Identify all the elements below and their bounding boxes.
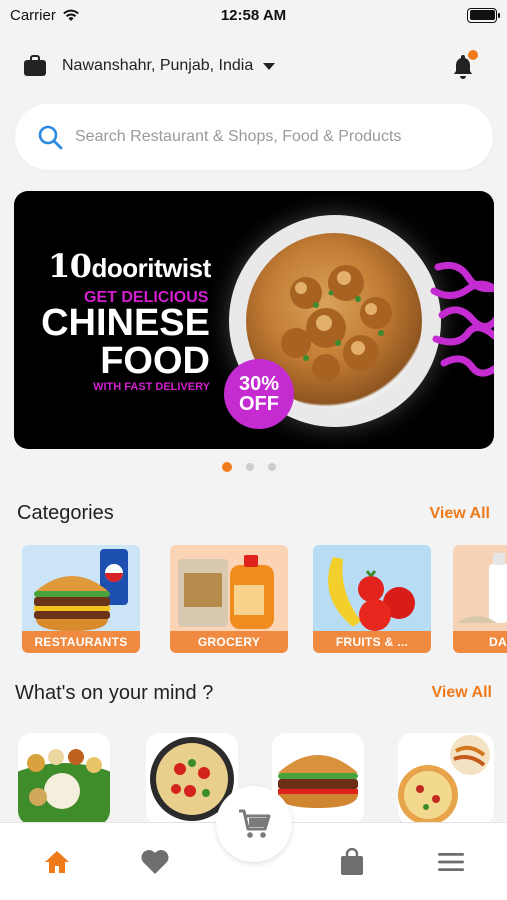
categories-title: Categories [17,502,114,524]
heart-icon [141,850,169,874]
mind-item-pizza[interactable] [398,733,494,825]
battery-icon [467,7,500,23]
badge-line-2: OFF [239,393,279,415]
cart-icon [239,809,271,838]
category-card-restaurants[interactable]: RESTAURANTS [22,545,140,653]
decorative-swirl [430,261,494,377]
nav-home[interactable] [42,847,72,877]
promo-banner[interactable]: 10dooritwist GET DELICIOUS CHINESE FOOD … [14,191,494,449]
menu-icon [438,853,464,871]
carousel-indicator[interactable] [0,462,507,472]
category-label: GROCERY [170,631,288,653]
nav-favorites[interactable] [140,847,170,877]
category-card-dairy[interactable]: DA [453,545,507,653]
fruits-image [328,557,415,631]
nav-orders[interactable] [337,847,367,877]
shopping-bag-icon [341,848,363,875]
brand-logo: 10dooritwist [48,247,211,285]
burger-image [34,549,128,631]
brand-name: dooritwist [91,253,212,283]
notifications-button[interactable] [449,50,478,80]
banner-subtext: WITH FAST DELIVERY [93,381,210,393]
grocery-image [178,555,274,629]
category-label: DA [453,631,507,653]
discount-badge: 30% OFF [224,359,294,429]
mind-item-thali[interactable] [18,733,110,825]
search-bar[interactable] [15,104,493,170]
dairy-image [457,553,507,623]
thali-image [18,749,110,825]
location-text[interactable]: Nawanshahr, Punjab, India [62,57,253,75]
status-time: 12:58 AM [220,6,287,24]
briefcase-icon [22,53,48,79]
search-icon [38,125,63,150]
brand-number: 10 [48,247,92,285]
cart-button[interactable] [216,786,292,862]
category-card-grocery[interactable]: GROCERY [170,545,288,653]
pizza-image [398,735,490,825]
banner-headline-1: CHINESE [41,302,210,344]
banner-headline-2: FOOD [100,340,210,382]
search-input[interactable] [75,128,475,146]
mind-view-all[interactable]: View All [432,684,492,702]
category-label: FRUITS & ... [313,631,431,653]
mind-title: What's on your mind ? [15,682,214,704]
carousel-dot[interactable] [245,463,254,471]
category-card-fruits[interactable]: FRUITS & ... [313,545,431,653]
badge-line-1: 30% [238,373,280,395]
chevron-down-icon[interactable] [263,62,276,70]
categories-view-all[interactable]: View All [430,505,490,523]
carousel-dot[interactable] [267,463,276,471]
location-bar[interactable]: Nawanshahr, Punjab, India [22,46,485,86]
notification-dot [468,50,478,60]
status-bar: Carrier 12:58 AM [0,0,507,30]
home-icon [45,851,69,873]
app-screen: Carrier 12:58 AM Nawanshahr, Punjab, Ind… [0,0,507,900]
nav-menu[interactable] [436,847,466,877]
carousel-dot[interactable] [221,462,232,472]
category-label: RESTAURANTS [22,631,140,653]
